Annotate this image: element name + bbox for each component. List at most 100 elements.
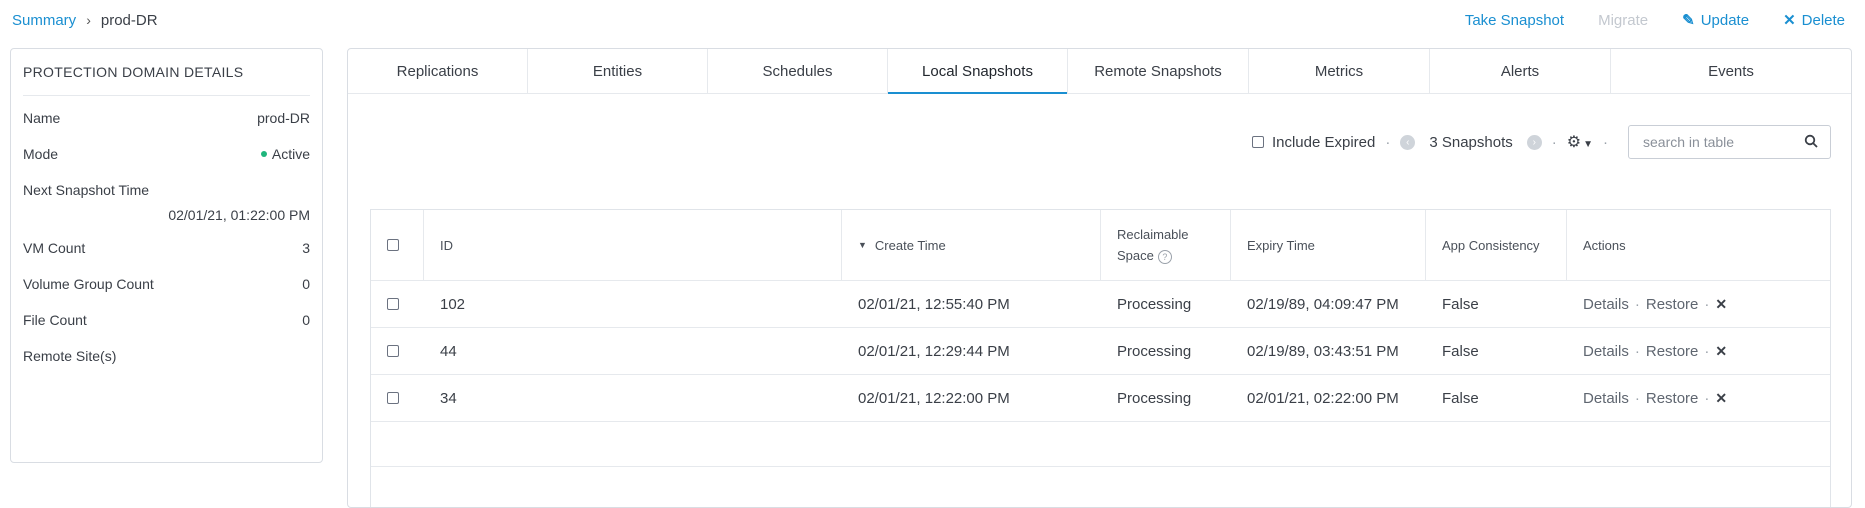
cell-id: 44 xyxy=(440,342,457,360)
separator-dot: · xyxy=(1385,133,1391,151)
cell-app-consistency: False xyxy=(1442,389,1479,407)
detail-row-volume-group-count: Volume Group Count 0 xyxy=(23,276,310,296)
table-header: ID ▼ Create Time Reclaimable Space? Expi… xyxy=(371,210,1830,281)
detail-row-name: Name prod-DR xyxy=(23,110,310,130)
detail-value: prod-DR xyxy=(257,110,310,126)
cell-id: 102 xyxy=(440,295,466,313)
breadcrumb-current: prod-DR xyxy=(100,11,158,29)
detail-label: Next Snapshot Time xyxy=(23,182,150,198)
close-icon: ✕ xyxy=(1783,12,1796,29)
action-separator: · xyxy=(1634,389,1640,407)
tab-alerts[interactable]: Alerts xyxy=(1430,49,1611,93)
protection-domain-details-panel: PROTECTION DOMAIN DETAILS Name prod-DR M… xyxy=(10,48,323,463)
header-expiry-time[interactable]: Expiry Time xyxy=(1231,210,1426,280)
tab-schedules[interactable]: Schedules xyxy=(708,49,888,93)
search-box xyxy=(1628,125,1831,159)
header-id[interactable]: ID xyxy=(424,210,842,280)
cell-app-consistency: False xyxy=(1442,295,1479,313)
detail-label: Name xyxy=(23,110,61,126)
row-select-cell xyxy=(371,281,424,327)
table-row: 44 02/01/21, 12:29:44 PM Processing 02/1… xyxy=(371,328,1830,375)
cell-actions: Details · Restore · ✕ xyxy=(1567,328,1830,374)
detail-row-remote-sites: Remote Site(s) xyxy=(23,348,310,368)
cell-reclaimable: Processing xyxy=(1117,389,1192,407)
search-input[interactable] xyxy=(1641,133,1795,151)
tab-events[interactable]: Events xyxy=(1611,49,1851,93)
cell-expiry: 02/19/89, 04:09:47 PM xyxy=(1247,295,1399,313)
cell-create-time: 02/01/21, 12:55:40 PM xyxy=(858,295,1010,313)
help-icon[interactable]: ? xyxy=(1157,249,1172,264)
chevron-down-icon: ▼ xyxy=(1583,139,1593,150)
header-app-consistency[interactable]: App Consistency xyxy=(1426,210,1567,280)
row-checkbox[interactable] xyxy=(387,298,399,310)
tab-metrics[interactable]: Metrics xyxy=(1249,49,1430,93)
detail-label: Mode xyxy=(23,146,59,162)
details-link[interactable]: Details xyxy=(1583,390,1629,407)
update-button[interactable]: ✎ Update xyxy=(1682,11,1749,29)
tab-replications[interactable]: Replications xyxy=(348,49,528,93)
detail-value: 3 xyxy=(302,240,310,256)
detail-row-next-snapshot-label: Next Snapshot Time xyxy=(23,182,310,202)
include-expired-checkbox[interactable] xyxy=(1251,136,1264,148)
next-page-icon[interactable]: › xyxy=(1526,134,1542,150)
include-expired-label: Include Expired xyxy=(1271,133,1376,151)
search-icon[interactable] xyxy=(1804,134,1818,151)
tab-bar: Replications Entities Schedules Local Sn… xyxy=(348,49,1851,94)
migrate-button[interactable]: Migrate xyxy=(1598,12,1648,29)
details-link[interactable]: Details xyxy=(1583,296,1629,313)
row-select-cell xyxy=(371,375,424,421)
tab-remote-snapshots[interactable]: Remote Snapshots xyxy=(1068,49,1249,93)
delete-label: Delete xyxy=(1801,12,1845,29)
detail-value: 0 xyxy=(302,276,310,292)
header-create-time-label: Create Time xyxy=(874,237,946,253)
cell-actions: Details · Restore · ✕ xyxy=(1567,375,1830,421)
select-all-checkbox[interactable] xyxy=(387,239,399,251)
restore-link[interactable]: Restore xyxy=(1646,343,1699,360)
header-create-time[interactable]: ▼ Create Time xyxy=(842,210,1101,280)
take-snapshot-button[interactable]: Take Snapshot xyxy=(1465,12,1564,29)
detail-row-next-snapshot-value: 02/01/21, 01:22:00 PM xyxy=(23,207,310,227)
separator-dot: · xyxy=(1603,133,1608,151)
table-row: 34 02/01/21, 12:22:00 PM Processing 02/0… xyxy=(371,375,1830,422)
restore-link[interactable]: Restore xyxy=(1646,390,1699,407)
row-checkbox[interactable] xyxy=(387,392,399,404)
header-reclaimable-space[interactable]: Reclaimable Space? xyxy=(1101,210,1231,280)
tab-local-snapshots[interactable]: Local Snapshots xyxy=(888,49,1068,94)
row-checkbox[interactable] xyxy=(387,345,399,357)
separator-dot: · xyxy=(1551,133,1557,151)
detail-row-mode: Mode Active xyxy=(23,146,310,166)
cell-expiry: 02/01/21, 02:22:00 PM xyxy=(1247,389,1399,407)
pencil-icon: ✎ xyxy=(1682,12,1695,29)
table-row: 102 02/01/21, 12:55:40 PM Processing 02/… xyxy=(371,281,1830,328)
delete-snapshot-icon[interactable]: ✕ xyxy=(1715,390,1727,407)
delete-button[interactable]: ✕ Delete xyxy=(1783,11,1845,29)
row-select-cell xyxy=(371,328,424,374)
empty-row xyxy=(371,422,1830,467)
snapshots-table: ID ▼ Create Time Reclaimable Space? Expi… xyxy=(370,209,1831,507)
breadcrumb-summary-link[interactable]: Summary xyxy=(12,12,76,29)
delete-snapshot-icon[interactable]: ✕ xyxy=(1715,343,1727,360)
restore-link[interactable]: Restore xyxy=(1646,296,1699,313)
panel-divider xyxy=(23,95,310,96)
cell-reclaimable: Processing xyxy=(1117,342,1192,360)
detail-value: Active xyxy=(271,146,310,162)
settings-gear-icon[interactable]: ⚙ ▼ xyxy=(1567,132,1593,152)
detail-label: File Count xyxy=(23,312,87,328)
main-panel: Replications Entities Schedules Local Sn… xyxy=(347,48,1852,508)
delete-snapshot-icon[interactable]: ✕ xyxy=(1715,296,1727,313)
sort-desc-icon: ▼ xyxy=(858,240,867,250)
detail-row-file-count: File Count 0 xyxy=(23,312,310,332)
details-link[interactable]: Details xyxy=(1583,343,1629,360)
detail-label: Remote Site(s) xyxy=(23,348,117,364)
header-reclaimable-line1: Reclaimable xyxy=(1117,226,1189,242)
previous-page-icon[interactable]: ‹ xyxy=(1400,134,1416,150)
cell-id: 34 xyxy=(440,389,457,407)
action-separator: · xyxy=(1704,295,1710,313)
action-separator: · xyxy=(1704,389,1710,407)
detail-value: 0 xyxy=(302,312,310,328)
action-separator: · xyxy=(1634,295,1640,313)
cell-actions: Details · Restore · ✕ xyxy=(1567,281,1830,327)
cell-create-time: 02/01/21, 12:22:00 PM xyxy=(858,389,1010,407)
status-dot-icon xyxy=(260,151,267,158)
tab-entities[interactable]: Entities xyxy=(528,49,708,93)
